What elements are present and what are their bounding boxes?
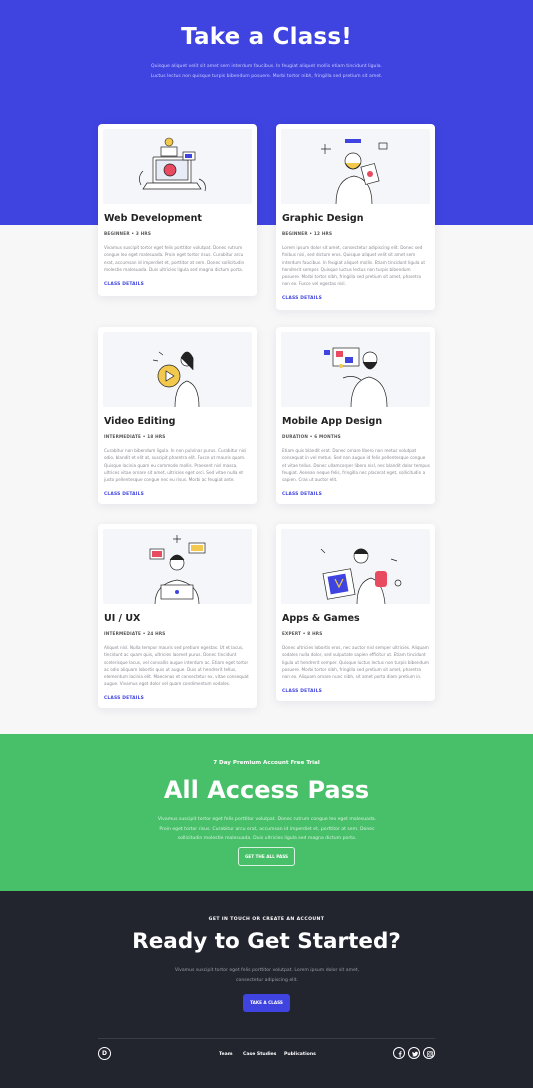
class-card-web-development: Web Development BEGINNER • 3 HRS Vivamus…	[98, 124, 257, 296]
footer-nav-publications[interactable]: Publications	[284, 1052, 316, 1057]
mobile-app-design-illustration	[281, 332, 430, 407]
pass-title: All Access Pass	[163, 776, 370, 804]
site-logo[interactable]: D	[98, 1047, 111, 1060]
footer-divider	[98, 1038, 435, 1039]
apps-games-illustration	[281, 529, 430, 604]
class-title: Mobile App Design	[282, 416, 383, 427]
class-details-link[interactable]: CLASS DETAILS	[104, 282, 144, 287]
cta-kicker: GET IN TOUCH OR CREATE AN ACCOUNT	[208, 917, 325, 922]
footer-nav-team[interactable]: Team	[219, 1052, 233, 1057]
twitter-icon[interactable]	[408, 1047, 420, 1059]
class-description: Etiam quis blandit erat. Donec ornare li…	[282, 448, 430, 483]
class-description: Donec ultricies lobortis eros, nec aucto…	[282, 645, 429, 680]
class-description: Lorem ipsum dolor sit amet, consectetur …	[282, 245, 426, 287]
instagram-icon[interactable]	[423, 1047, 435, 1059]
class-card-graphic-design: Graphic Design BEGINNER • 12 HRS Lorem i…	[276, 124, 435, 310]
video-editing-illustration	[103, 332, 252, 407]
class-description: Vivamus suscipit tortor eget felis portt…	[104, 245, 245, 272]
cta-description: Vivamus suscipit tortor eget felis portt…	[174, 968, 360, 983]
web-development-illustration	[103, 129, 252, 204]
class-description: Aliquet nisl. Nulla tempor mauris sed pr…	[104, 645, 249, 687]
class-meta: EXPERT • 8 HRS	[282, 631, 323, 636]
class-card-mobile-app-design: Mobile App Design DURATION • 6 MONTHS Et…	[276, 327, 435, 504]
class-meta: BEGINNER • 12 HRS	[282, 231, 333, 236]
class-card-ui-ux: UI / UX INTERMEDIATE • 24 HRS Aliquet ni…	[98, 524, 257, 708]
ui-ux-illustration	[103, 529, 252, 604]
class-title: Video Editing	[104, 416, 176, 427]
class-title: Graphic Design	[282, 213, 364, 224]
class-details-link[interactable]: CLASS DETAILS	[282, 689, 322, 694]
class-description: Curabitur non bibendum ligula. In non pu…	[104, 448, 247, 483]
class-details-link[interactable]: CLASS DETAILS	[282, 296, 322, 301]
class-meta: INTERMEDIATE • 18 HRS	[104, 434, 166, 439]
cta-title: Ready to Get Started?	[132, 929, 401, 954]
take-a-class-button[interactable]: TAKE A CLASS	[243, 994, 290, 1012]
class-card-apps-games: Apps & Games EXPERT • 8 HRS Donec ultric…	[276, 524, 435, 701]
get-all-pass-button[interactable]: GET THE ALL PASS	[238, 847, 295, 866]
class-title: Apps & Games	[282, 613, 360, 624]
get-started-section: GET IN TOUCH OR CREATE AN ACCOUNT Ready …	[0, 891, 533, 1088]
footer-nav-case-studies[interactable]: Case Studies	[243, 1052, 276, 1057]
pass-kicker: 7 Day Premium Account Free Trial	[213, 760, 320, 766]
hero-title: Take a Class!	[181, 24, 352, 50]
facebook-icon[interactable]	[393, 1047, 405, 1059]
class-meta: BEGINNER • 3 HRS	[104, 231, 152, 236]
class-title: UI / UX	[104, 613, 141, 624]
all-access-pass-section: 7 Day Premium Account Free Trial All Acc…	[0, 734, 533, 891]
class-meta: INTERMEDIATE • 24 HRS	[104, 631, 166, 636]
hero-subtitle: Quisque aliquet velit sit amet sem inter…	[150, 64, 383, 79]
class-details-link[interactable]: CLASS DETAILS	[104, 492, 144, 497]
hero-section: Take a Class! Quisque aliquet velit sit …	[0, 0, 533, 225]
class-details-link[interactable]: CLASS DETAILS	[104, 696, 144, 701]
class-title: Web Development	[104, 213, 202, 224]
pass-description: Vivamus suscipit tortor eget felis portt…	[157, 817, 377, 841]
graphic-design-illustration	[281, 129, 430, 204]
class-meta: DURATION • 6 MONTHS	[282, 434, 341, 439]
class-details-link[interactable]: CLASS DETAILS	[282, 492, 322, 497]
class-card-video-editing: Video Editing INTERMEDIATE • 18 HRS Cura…	[98, 327, 257, 504]
